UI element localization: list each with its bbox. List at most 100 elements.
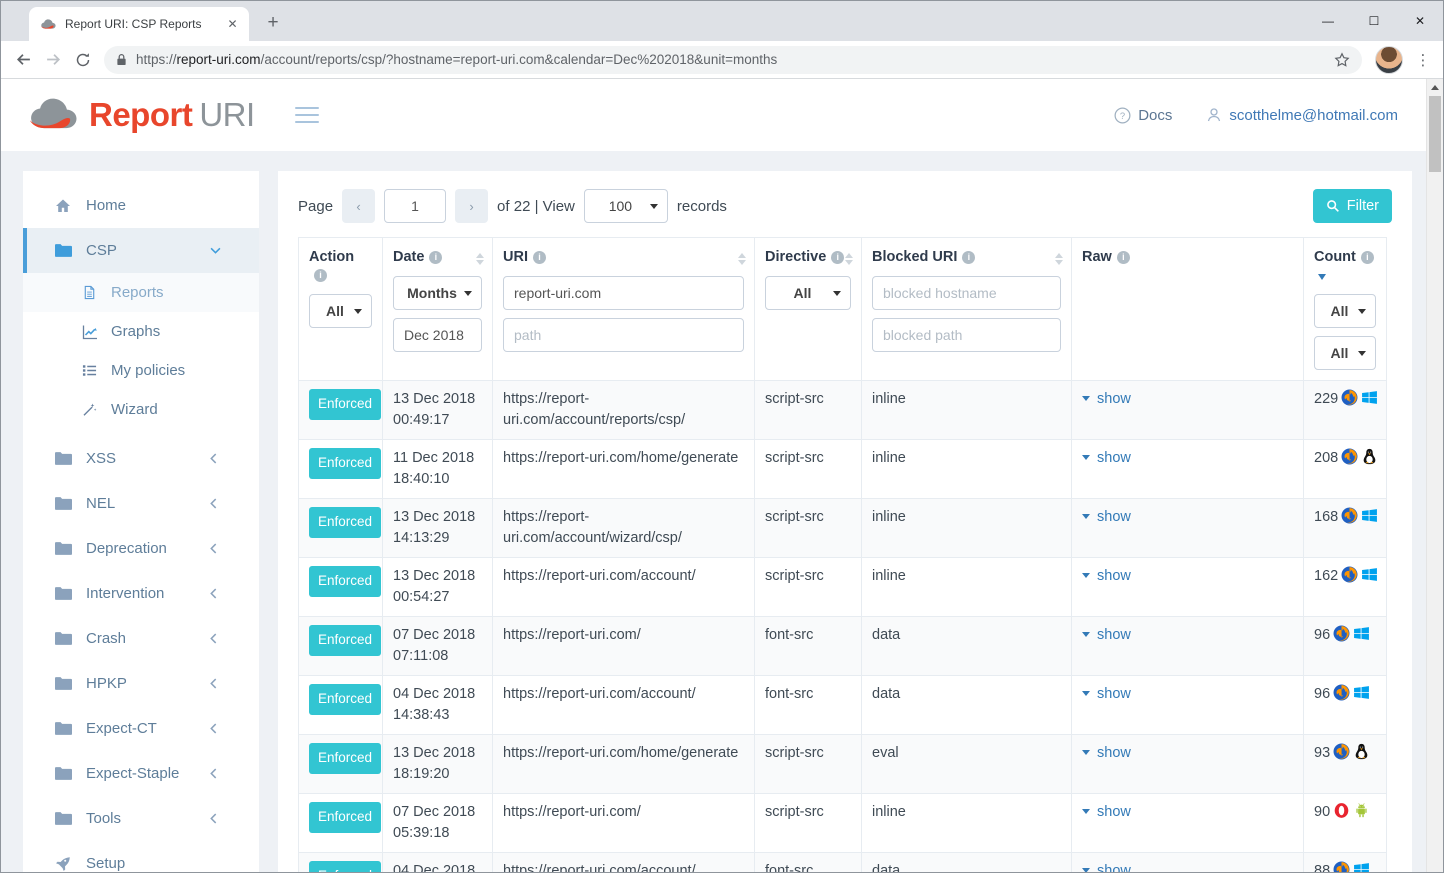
uri-cell: https://report-uri.com/ [493, 617, 755, 676]
browser-tab[interactable]: Report URI: CSP Reports ✕ [29, 7, 249, 41]
sidebar-item-crash[interactable]: Crash [23, 616, 259, 661]
directive-cell: font-src [755, 617, 862, 676]
directive-cell: script-src [755, 440, 862, 499]
sidebar: HomeCSPReportsGraphs My policies Wizard XSS… [23, 171, 259, 872]
show-link[interactable]: show [1082, 391, 1131, 407]
filter-input-blocked-uri[interactable] [872, 276, 1061, 310]
sidebar-nav: HomeCSPReportsGraphs My policies Wizard XSS… [23, 183, 259, 872]
raw-cell: show [1072, 558, 1304, 617]
sort-icon[interactable] [1055, 253, 1063, 265]
filter-input-date[interactable] [393, 318, 482, 352]
tab-close-icon[interactable]: ✕ [224, 16, 241, 33]
sidebar-item-wizard[interactable]: Wizard [23, 390, 259, 429]
maximize-button[interactable]: ☐ [1351, 1, 1397, 41]
filter-select-date[interactable]: Months [393, 276, 482, 310]
count-cell: 96 [1304, 676, 1387, 735]
cloud-logo-icon [27, 96, 81, 134]
filter-select-count[interactable]: All [1314, 336, 1376, 370]
filter-select-directive[interactable]: All [765, 276, 851, 310]
sidebar-item-tools[interactable]: Tools [23, 796, 259, 841]
sidebar-item-xss[interactable]: XSS [23, 436, 259, 481]
date-cell: 11 Dec 201818:40:10 [383, 440, 493, 499]
count-cell: 208 [1304, 440, 1387, 499]
sort-icon[interactable] [845, 253, 853, 265]
sidebar-item-deprecation[interactable]: Deprecation [23, 526, 259, 571]
docs-link[interactable]: ? Docs [1114, 107, 1172, 124]
sort-desc-icon[interactable] [1318, 274, 1326, 280]
sidebar-item-csp[interactable]: CSP [23, 228, 259, 273]
date-cell: 13 Dec 201814:13:29 [383, 499, 493, 558]
sort-icon[interactable] [476, 253, 484, 265]
filter-select-count[interactable]: All [1314, 294, 1376, 328]
show-link[interactable]: show [1082, 863, 1131, 872]
folder-icon [55, 676, 73, 691]
page-scrollbar[interactable] [1426, 79, 1443, 872]
close-button[interactable]: ✕ [1397, 1, 1443, 41]
sidebar-submenu: ReportsGraphs My policies Wizard [23, 273, 259, 429]
sidebar-item-intervention[interactable]: Intervention [23, 571, 259, 616]
minimize-button[interactable]: — [1305, 1, 1351, 41]
url-bar[interactable]: https://report-uri.com/account/reports/c… [104, 46, 1362, 74]
date-cell: 04 Dec 201814:38:43 [383, 676, 493, 735]
uri-cell: https://report-uri.com/home/generate [493, 735, 755, 794]
account-email-link[interactable]: scotthelme@hotmail.com [1206, 107, 1398, 124]
page-size-select[interactable]: 100 [584, 189, 668, 223]
browser-menu-icon[interactable]: ⋮ [1410, 51, 1436, 69]
sidebar-item-setup[interactable]: Setup [23, 841, 259, 872]
prev-page-button[interactable]: ‹ [342, 189, 375, 223]
back-icon[interactable] [8, 45, 38, 75]
info-icon: i [831, 251, 844, 264]
filter-input-uri[interactable] [503, 276, 744, 310]
sidebar-item-hpkp[interactable]: HPKP [23, 661, 259, 706]
page-number-input[interactable] [384, 189, 446, 223]
sidebar-item-label: Tools [86, 810, 121, 827]
scrollbar-up-icon[interactable] [1427, 79, 1443, 95]
filter-button[interactable]: Filter [1313, 189, 1392, 223]
blocked-uri-cell: eval [862, 735, 1072, 794]
forward-icon[interactable] [38, 45, 68, 75]
firefox-icon [1341, 389, 1358, 406]
show-link[interactable]: show [1082, 745, 1131, 761]
favicon-cloud-icon [40, 18, 57, 31]
chevron-left-icon [210, 543, 228, 554]
sidebar-item-nel[interactable]: NEL [23, 481, 259, 526]
scrollbar-thumb[interactable] [1429, 96, 1441, 172]
show-link[interactable]: show [1082, 627, 1131, 643]
show-link[interactable]: show [1082, 509, 1131, 525]
uri-cell: https://report-uri.com/home/generate [493, 440, 755, 499]
windows-icon [1353, 861, 1370, 872]
refresh-icon[interactable] [68, 45, 98, 75]
profile-avatar[interactable] [1375, 46, 1403, 74]
linux-icon [1361, 448, 1378, 465]
report-uri-logo[interactable]: Report URI [27, 96, 255, 134]
filter-input-blocked-uri[interactable] [872, 318, 1061, 352]
page-of-text: of 22 | View [497, 198, 575, 215]
show-link[interactable]: show [1082, 450, 1131, 466]
folder-icon [55, 631, 73, 646]
show-link[interactable]: show [1082, 568, 1131, 584]
filter-select-action[interactable]: All [309, 294, 372, 328]
new-tab-button[interactable]: + [259, 9, 287, 37]
sidebar-item-graphs[interactable]: Graphs [23, 312, 259, 351]
page-viewport: Report URI ? Docs scotthelme@hotmail.com [1, 79, 1443, 872]
show-link[interactable]: show [1082, 804, 1131, 820]
caret-down-icon [1082, 396, 1090, 401]
sidebar-item-label: My policies [111, 362, 185, 379]
date-cell: 13 Dec 201818:19:20 [383, 735, 493, 794]
uri-cell: https://report-uri.com/account/reports/c… [493, 381, 755, 440]
bookmark-star-icon[interactable] [1334, 52, 1350, 68]
sidebar-item-home[interactable]: Home [23, 183, 259, 228]
sidebar-item-expect-staple[interactable]: Expect-Staple [23, 751, 259, 796]
filter-input-uri[interactable] [503, 318, 744, 352]
sidebar-item-expect-ct[interactable]: Expect-CT [23, 706, 259, 751]
android-icon [1353, 802, 1370, 819]
show-link[interactable]: show [1082, 686, 1131, 702]
sidebar-item-label: Expect-CT [86, 720, 157, 737]
hamburger-menu-icon[interactable] [295, 107, 319, 123]
folder-icon [55, 766, 73, 781]
action-badge: Enforced [309, 684, 381, 715]
next-page-button[interactable]: › [455, 189, 488, 223]
sidebar-item-my-policies[interactable]: My policies [23, 351, 259, 390]
sort-icon[interactable] [738, 253, 746, 265]
sidebar-item-reports[interactable]: Reports [23, 273, 259, 312]
